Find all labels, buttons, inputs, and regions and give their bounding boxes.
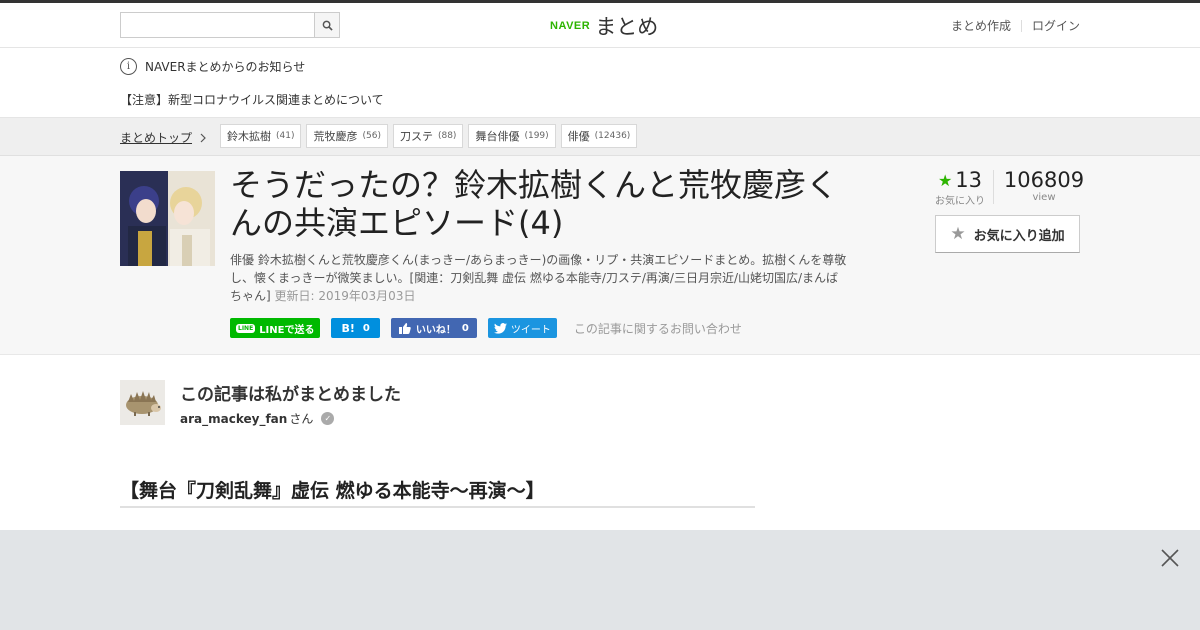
author-suffix: さん (289, 412, 314, 426)
tweet-button[interactable]: ツイート (487, 318, 557, 338)
logo-matome: まとめ (595, 15, 659, 39)
favorites-count: 13 (955, 168, 983, 192)
top-links: まとめ作成 ログイン (951, 17, 1080, 34)
tag-label: 舞台俳優 (475, 130, 520, 143)
facebook-like-count: 0 (461, 322, 469, 334)
line-share-label: LINEで送る (259, 324, 315, 336)
notice-area: i NAVERまとめからのお知らせ 【注意】新型コロナウイルス関連まとめについて (0, 48, 1200, 118)
tag-label: 鈴木拡樹 (227, 130, 271, 143)
hatena-count: 0 (362, 322, 370, 334)
hatena-icon: B! (341, 321, 355, 335)
tag-suzuki-hiroki[interactable]: 鈴木拡樹 (41) (220, 124, 302, 148)
chevron-right-icon (200, 133, 206, 142)
breadcrumb: まとめトップ 鈴木拡樹 (41) 荒牧慶彦 (56) 刀ステ (88) 舞台俳優 (19… (0, 118, 1200, 156)
section-heading: 【舞台『刀剣乱舞』虚伝 燃ゆる本能寺～再演～】 (120, 476, 755, 508)
tag-list: 鈴木拡樹 (41) 荒牧慶彦 (56) 刀ステ (88) 舞台俳優 (199) 俳優 (1… (220, 124, 642, 148)
close-icon[interactable] (1160, 548, 1180, 568)
thumbs-up-icon (398, 322, 411, 334)
hedgehog-avatar-image (120, 380, 165, 425)
article-stats: ★ 13 お気に入り 106809 view (927, 168, 1084, 207)
search-box (120, 12, 340, 38)
add-favorite-button[interactable]: ★ お気に入り追加 (935, 215, 1080, 253)
notice-title-row: i NAVERまとめからのお知らせ (120, 58, 305, 75)
share-buttons: LINE LINEで送る B! 0 いいね！ 0 ツイート この記事に関するお問… (230, 318, 742, 338)
search-icon (322, 20, 333, 31)
views-label: view (1032, 192, 1056, 203)
author-block: この記事は私がまとめました ara_mackey_fan さん ✓ (120, 380, 820, 430)
author-name-row: ara_mackey_fan さん ✓ (180, 410, 335, 427)
tag-count: (56) (362, 131, 381, 141)
star-icon: ★ (950, 224, 966, 244)
notice-title: NAVERまとめからのお知らせ (145, 60, 306, 74)
divider (1020, 19, 1022, 32)
star-icon: ★ (937, 170, 953, 190)
notice-link[interactable]: 【注意】新型コロナウイルス関連まとめについて (120, 91, 384, 108)
logo-naver: NAVER (550, 20, 591, 32)
article-description: 俳優 鈴木拡樹くんと荒牧慶彦くん(まっきー/あらまっきー)の画像・リプ・共演エピ… (230, 251, 850, 305)
twitter-bird-icon (493, 322, 507, 334)
favorites-stat: ★ 13 お気に入り (927, 168, 993, 207)
thumbnail-image (120, 171, 215, 266)
naver-matome-logo[interactable]: NAVER まとめ (550, 11, 658, 41)
tag-label: 荒牧慶彦 (313, 130, 358, 143)
updated-date: 更新日: 2019年03月03日 (274, 289, 416, 303)
article-thumbnail (120, 171, 215, 266)
contact-link[interactable]: この記事に関するお問い合わせ (574, 320, 742, 337)
tag-count: (199) (524, 131, 549, 141)
tag-label: 俳優 (567, 130, 590, 143)
ad-overlay (0, 530, 1200, 630)
tag-count: (88) (437, 131, 457, 141)
tag-tousute[interactable]: 刀ステ (88) (392, 124, 464, 148)
breadcrumb-home-label: まとめトップ (120, 131, 193, 145)
divider (993, 170, 994, 204)
tag-stage-actor[interactable]: 舞台俳優 (199) (468, 124, 556, 148)
top-bar: NAVER まとめ まとめ作成 ログイン (0, 0, 1200, 48)
views-count: 106809 (1003, 168, 1085, 192)
verified-check-icon: ✓ (321, 412, 335, 425)
tag-actor[interactable]: 俳優 (12436) (560, 124, 638, 148)
search-button[interactable] (314, 13, 339, 37)
article-title: そうだったの？鈴木拡樹くんと荒牧慶彦くんの共演エピソード(4) (230, 166, 839, 242)
tag-count: (12436) (594, 131, 631, 141)
add-favorite-label: お気に入り追加 (973, 228, 1065, 244)
article-header: そうだったの？鈴木拡樹くんと荒牧慶彦くんの共演エピソード(4) 俳優 鈴木拡樹く… (0, 156, 1200, 355)
author-name[interactable]: ara_mackey_fan (180, 412, 287, 426)
facebook-like-button[interactable]: いいね！ 0 (390, 318, 477, 338)
create-matome-link[interactable]: まとめ作成 (951, 17, 1011, 34)
breadcrumb-home-link[interactable]: まとめトップ (120, 129, 207, 146)
line-share-button[interactable]: LINE LINEで送る (230, 318, 321, 338)
tweet-label: ツイート (510, 324, 551, 336)
search-input[interactable] (121, 13, 314, 37)
hatena-bookmark-button[interactable]: B! 0 (331, 318, 380, 338)
login-link[interactable]: ログイン (1032, 17, 1080, 34)
author-avatar[interactable] (120, 380, 165, 425)
favorites-label: お気に入り (935, 196, 985, 207)
facebook-like-label: いいね！ (415, 324, 456, 336)
tag-aramaki-yoshihiko[interactable]: 荒牧慶彦 (56) (306, 124, 388, 148)
author-heading: この記事は私がまとめました (180, 385, 401, 405)
tag-count: (41) (276, 131, 295, 141)
tag-label: 刀ステ (399, 130, 433, 143)
views-stat: 106809 view (1004, 168, 1084, 207)
info-icon: i (120, 58, 137, 75)
line-icon: LINE (236, 323, 256, 333)
